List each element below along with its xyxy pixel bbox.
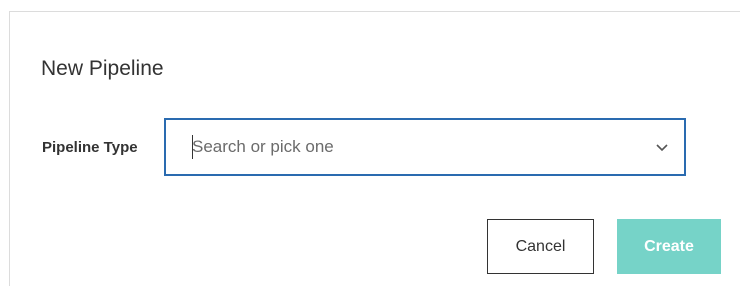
chevron-down-icon[interactable] bbox=[655, 143, 669, 152]
cancel-button[interactable]: Cancel bbox=[487, 219, 594, 274]
dialog-title: New Pipeline bbox=[41, 57, 164, 80]
pipeline-type-select[interactable] bbox=[164, 118, 686, 176]
new-pipeline-dialog: New Pipeline Pipeline Type Cancel Create bbox=[9, 11, 740, 286]
create-button[interactable]: Create bbox=[617, 219, 721, 274]
pipeline-type-label: Pipeline Type bbox=[42, 139, 138, 156]
pipeline-type-search-input[interactable] bbox=[192, 136, 612, 158]
text-cursor bbox=[192, 135, 193, 159]
